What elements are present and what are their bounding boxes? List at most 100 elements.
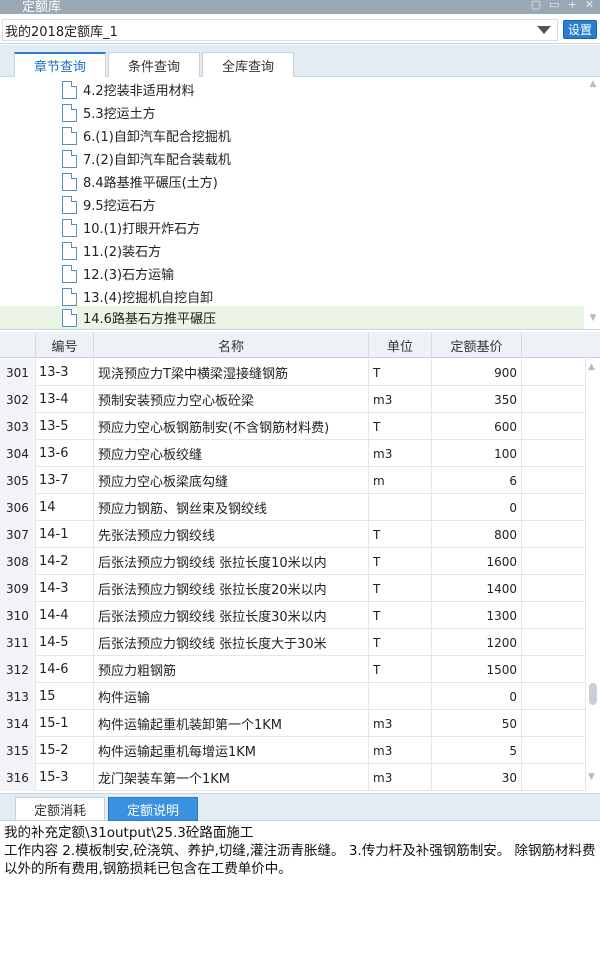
- table-row[interactable]: 302 13-4 预制安装预应力空心板砼梁 m3 350: [0, 386, 586, 413]
- table-row[interactable]: 311 14-5 后张法预应力钢绞线 张拉长度大于30米 T 1200: [0, 629, 586, 656]
- row-name: 预应力钢筋、钢丝束及钢绞线: [94, 494, 369, 521]
- dropdown-arrow-icon[interactable]: [537, 26, 551, 34]
- window-titlebar: 定额库 ▢ ▭ + ✕: [0, 0, 600, 14]
- row-price: 100: [432, 440, 522, 467]
- table-row[interactable]: 309 14-3 后张法预应力钢绞线 张拉长度20米以内 T 1400: [0, 575, 586, 602]
- row-price: 50: [432, 710, 522, 737]
- tree-item[interactable]: 6.(1)自卸汽车配合挖掘机: [0, 124, 584, 147]
- tree-item[interactable]: 4.2挖装非适用材料: [0, 78, 584, 101]
- add-icon[interactable]: +: [568, 0, 577, 11]
- row-blank: [522, 467, 586, 494]
- tab-chapter-query[interactable]: 章节查询: [14, 52, 106, 77]
- document-icon: [62, 172, 77, 191]
- table-row[interactable]: 305 13-7 预应力空心板梁底勾缝 m 6: [0, 467, 586, 494]
- table-row[interactable]: 316 15-3 龙门架装车第一个1KM m3 30: [0, 764, 586, 791]
- row-unit: T: [369, 359, 432, 386]
- scroll-down-icon[interactable]: ▼: [588, 772, 595, 782]
- row-code: 15-1: [36, 710, 94, 737]
- table-row[interactable]: 310 14-4 后张法预应力钢绞线 张拉长度30米以内 T 1300: [0, 602, 586, 629]
- row-code: 14-1: [36, 521, 94, 548]
- row-name: 构件运输起重机每增运1KM: [94, 737, 369, 764]
- row-blank: [522, 548, 586, 575]
- row-price: 5: [432, 737, 522, 764]
- tree-item[interactable]: 11.(2)装石方: [0, 239, 584, 262]
- row-price: 1600: [432, 548, 522, 575]
- tree-item[interactable]: 12.(3)石方运输: [0, 262, 584, 285]
- detail-tabs: 定额消耗 定额说明: [0, 793, 600, 821]
- row-unit: m3: [369, 737, 432, 764]
- tree-item[interactable]: 5.3挖运土方: [0, 101, 584, 124]
- table-row[interactable]: 301 13-3 现浇预应力T梁中横梁湿接缝钢筋 T 900: [0, 359, 586, 386]
- document-icon: [62, 241, 77, 260]
- row-blank: [522, 575, 586, 602]
- header-name[interactable]: 名称: [94, 332, 369, 358]
- settings-button[interactable]: 设置: [563, 20, 597, 39]
- table-row[interactable]: 304 13-6 预应力空心板绞缝 m3 100: [0, 440, 586, 467]
- row-code: 14-2: [36, 548, 94, 575]
- quota-description-panel: 我的补充定额\31output\25.3砼路面施工 工作内容 2.模板制安,砼浇…: [0, 822, 600, 953]
- tree-item-label: 13.(4)挖掘机自挖自卸: [83, 291, 214, 306]
- row-price: 30: [432, 764, 522, 791]
- row-name: 构件运输: [94, 683, 369, 710]
- row-unit: [369, 683, 432, 710]
- row-name: 预应力空心板钢筋制安(不含钢筋材料费): [94, 413, 369, 440]
- row-code: 14-6: [36, 656, 94, 683]
- document-icon: [62, 195, 77, 214]
- scroll-up-icon[interactable]: ▲: [588, 362, 595, 372]
- tree-item[interactable]: 9.5挖运石方: [0, 193, 584, 216]
- tree-item[interactable]: 10.(1)打眼开炸石方: [0, 216, 584, 239]
- header-unit[interactable]: 单位: [369, 332, 432, 358]
- row-name: 预应力空心板绞缝: [94, 440, 369, 467]
- scroll-down-icon[interactable]: ▼: [588, 313, 598, 323]
- tree-item[interactable]: 13.(4)挖掘机自挖自卸: [0, 285, 584, 308]
- tree-item-selected[interactable]: 14.6路基石方推平碾压: [0, 306, 584, 329]
- row-name: 后张法预应力钢绞线 张拉长度30米以内: [94, 602, 369, 629]
- row-price: 350: [432, 386, 522, 413]
- tab-quota-description[interactable]: 定额说明: [108, 797, 198, 821]
- tree-item-label: 7.(2)自卸汽车配合装载机: [83, 153, 231, 168]
- row-index: 306: [0, 494, 36, 521]
- row-unit: T: [369, 548, 432, 575]
- row-price: 600: [432, 413, 522, 440]
- tab-full-library-query[interactable]: 全库查询: [202, 52, 294, 77]
- row-index: 312: [0, 656, 36, 683]
- scroll-up-icon[interactable]: ▲: [588, 79, 598, 89]
- scrollbar-thumb[interactable]: [589, 683, 597, 705]
- row-index: 310: [0, 602, 36, 629]
- table-row[interactable]: 308 14-2 后张法预应力钢绞线 张拉长度10米以内 T 1600: [0, 548, 586, 575]
- tab-quota-consumption[interactable]: 定额消耗: [15, 797, 105, 821]
- tab-condition-query[interactable]: 条件查询: [108, 52, 200, 77]
- tree-item-label: 14.6路基石方推平碾压: [83, 312, 216, 327]
- header-blank: [522, 332, 600, 358]
- row-code: 13-4: [36, 386, 94, 413]
- table-row[interactable]: 312 14-6 预应力粗钢筋 T 1500: [0, 656, 586, 683]
- close-icon[interactable]: ✕: [585, 0, 594, 11]
- table-row[interactable]: 306 14 预应力钢筋、钢丝束及钢绞线 0: [0, 494, 586, 521]
- row-name: 后张法预应力钢绞线 张拉长度大于30米: [94, 629, 369, 656]
- table-row[interactable]: 307 14-1 先张法预应力钢绞线 T 800: [0, 521, 586, 548]
- query-tabs: 章节查询 条件查询 全库查询: [0, 45, 600, 77]
- table-row[interactable]: 314 15-1 构件运输起重机装卸第一个1KM m3 50: [0, 710, 586, 737]
- table-row[interactable]: 303 13-5 预应力空心板钢筋制安(不含钢筋材料费) T 600: [0, 413, 586, 440]
- tree-item[interactable]: 7.(2)自卸汽车配合装载机: [0, 147, 584, 170]
- tree-item[interactable]: 8.4路基推平碾压(土方): [0, 170, 584, 193]
- header-price[interactable]: 定额基价: [432, 332, 522, 358]
- table-row[interactable]: 313 15 构件运输 0: [0, 683, 586, 710]
- row-price: 800: [432, 521, 522, 548]
- row-unit: T: [369, 629, 432, 656]
- row-code: 13-6: [36, 440, 94, 467]
- table-row[interactable]: 315 15-2 构件运输起重机每增运1KM m3 5: [0, 737, 586, 764]
- row-price: 0: [432, 683, 522, 710]
- header-code[interactable]: 编号: [36, 332, 94, 358]
- row-index: 308: [0, 548, 36, 575]
- pin-icon[interactable]: ▭: [549, 0, 559, 11]
- grid-scrollbar[interactable]: ▲ ▼: [586, 358, 600, 792]
- row-blank: [522, 521, 586, 548]
- row-code: 14-3: [36, 575, 94, 602]
- library-select-value: 我的2018定额库_1: [5, 24, 118, 40]
- library-select[interactable]: 我的2018定额库_1: [2, 19, 558, 41]
- row-price: 6: [432, 467, 522, 494]
- row-price: 1400: [432, 575, 522, 602]
- restore-icon[interactable]: ▢: [531, 0, 541, 11]
- row-blank: [522, 683, 586, 710]
